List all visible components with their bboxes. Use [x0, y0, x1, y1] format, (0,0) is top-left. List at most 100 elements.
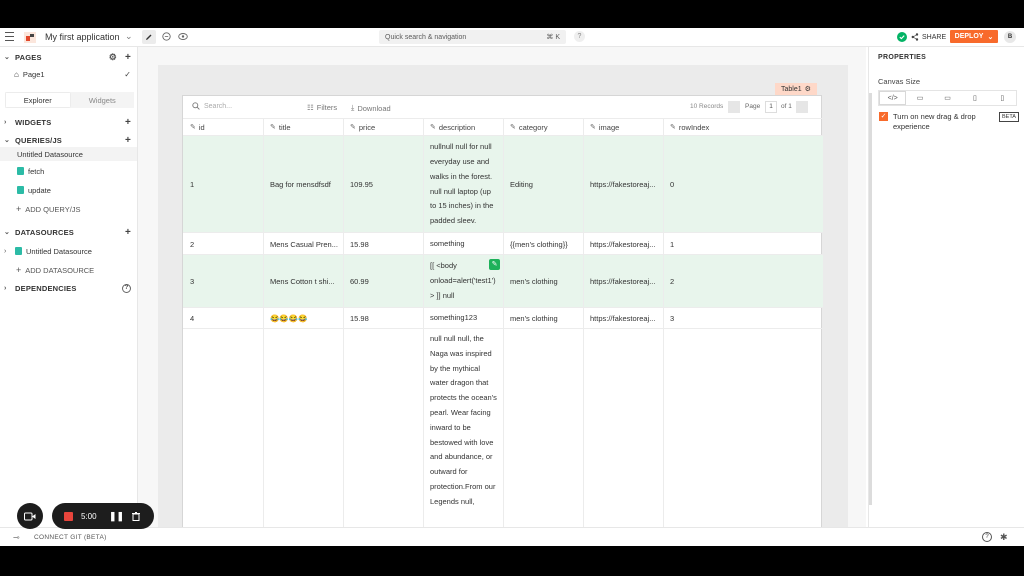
table-search[interactable]: Search...	[192, 102, 232, 110]
table-cell-title[interactable]: Bag for mensdfsdf	[263, 136, 343, 233]
size-option-mobile[interactable]: ▯	[989, 91, 1016, 105]
table-cell-category[interactable]: men's clothing	[503, 255, 583, 308]
size-option-desktop[interactable]: ▭	[906, 91, 933, 105]
comment-mode-icon[interactable]	[162, 32, 171, 41]
page-item-page1[interactable]: ⌂ Page1 ✓	[0, 67, 137, 81]
share-button[interactable]: SHARE	[911, 33, 946, 41]
table-cell-price[interactable]: 109.95	[343, 136, 423, 233]
table-cell-rowindex[interactable]: 2	[663, 255, 823, 308]
dependencies-section-header[interactable]: › DEPENDENCIES ?	[0, 281, 137, 295]
table-cell-rowindex[interactable]: 1	[663, 233, 823, 255]
table-cell-id[interactable]: 4	[183, 308, 263, 329]
query-item-fetch[interactable]: fetch	[0, 164, 137, 178]
query-item-update[interactable]: update	[0, 183, 137, 197]
drag-drop-checkbox[interactable]: ✓	[879, 112, 888, 121]
column-header-price[interactable]: ✎ price	[343, 119, 423, 136]
table-cell-category[interactable]: Editing	[503, 136, 583, 233]
table-cell-image[interactable]: https://fakestoreaj...	[583, 136, 663, 233]
quick-search-bar[interactable]: Quick search & navigation ⌘ K	[379, 30, 566, 44]
next-page-button[interactable]	[796, 101, 808, 113]
table-cell-category[interactable]: men's clothing	[503, 308, 583, 329]
column-header-label: title	[278, 122, 291, 132]
table-cell-rowindex[interactable]: 3	[663, 308, 823, 329]
stop-recording-button[interactable]	[64, 511, 73, 521]
tab-explorer[interactable]: Explorer	[6, 93, 70, 107]
pencil-icon: ✎	[670, 124, 676, 131]
table-widget[interactable]: Search... ☷ Filters ⤓ Download 10 Record…	[182, 95, 823, 536]
size-option-tablet-landscape[interactable]: ▭	[934, 91, 961, 105]
table-cell-description[interactable]: nullnull null for null everyday use and …	[423, 136, 503, 233]
table-cell-price[interactable]: 60.99	[343, 255, 423, 308]
widgets-section-header[interactable]: › WIDGETS +	[0, 115, 137, 129]
column-header-id[interactable]: ✎ id	[183, 119, 263, 136]
app-name[interactable]: My first application	[45, 32, 120, 42]
column-header-label: description	[438, 122, 476, 132]
add-widget-icon[interactable]: +	[125, 117, 131, 128]
help-icon[interactable]: ?	[574, 31, 585, 42]
query-group-label[interactable]: Untitled Datasource	[0, 147, 137, 161]
column-divider	[423, 119, 424, 536]
table-cell-id[interactable]: 2	[183, 233, 263, 255]
trash-icon[interactable]	[132, 511, 141, 521]
size-option-fluid[interactable]: </>	[879, 91, 907, 105]
avatar[interactable]: B	[1004, 31, 1016, 43]
connect-git-button[interactable]: CONNECT GIT (BETA)	[34, 534, 107, 541]
edit-mode-button[interactable]	[142, 30, 156, 44]
camera-button[interactable]	[17, 503, 43, 529]
add-query-icon[interactable]: +	[125, 135, 131, 146]
eye-icon[interactable]	[178, 32, 188, 41]
column-header-rowindex[interactable]: ✎ rowIndex	[663, 119, 823, 136]
add-datasource-icon[interactable]: +	[125, 227, 131, 238]
table-cell-id[interactable]: 3	[183, 255, 263, 308]
table-cell-price[interactable]: 15.98	[343, 233, 423, 255]
table-cell-image[interactable]: https://fakestoreaj...	[583, 233, 663, 255]
datasource-item[interactable]: › Untitled Datasource	[0, 244, 137, 258]
help-icon[interactable]: ?	[122, 283, 131, 293]
table-cell-description[interactable]: something	[423, 233, 503, 255]
table-cell-rowindex[interactable]: 0	[663, 136, 823, 233]
gear-icon[interactable]: ⚙	[109, 52, 117, 63]
column-header-category[interactable]: ✎ category	[503, 119, 583, 136]
widget-name-label[interactable]: Table1 ⚙	[775, 83, 817, 95]
help-icon[interactable]: ?	[982, 532, 992, 542]
table-cell-id[interactable]: 1	[183, 136, 263, 233]
edit-cell-icon[interactable]: ✎	[489, 259, 500, 270]
gear-icon[interactable]: ⚙	[805, 85, 811, 93]
page-number-input[interactable]: 1	[765, 101, 777, 113]
table-cell-price[interactable]: 15.98	[343, 308, 423, 329]
tab-widgets[interactable]: Widgets	[71, 92, 135, 108]
scrollbar[interactable]	[869, 93, 872, 505]
menu-icon[interactable]	[5, 32, 14, 41]
table-cell-category[interactable]	[503, 329, 583, 536]
bug-icon[interactable]: ✱	[1000, 532, 1008, 543]
table-cell-id[interactable]	[183, 329, 263, 536]
table-cell-image[interactable]: https://fakestoreaj...	[583, 308, 663, 329]
table-cell-rowindex[interactable]	[663, 329, 823, 536]
table-cell-title[interactable]	[263, 329, 343, 536]
table-cell-price[interactable]	[343, 329, 423, 536]
filters-button[interactable]: ☷ Filters	[307, 103, 337, 112]
table-cell-image[interactable]: https://fakestoreaj...	[583, 255, 663, 308]
deploy-button[interactable]: DEPLOY ⌄	[950, 30, 998, 43]
chevron-down-icon[interactable]: ⌄	[125, 31, 133, 42]
pages-section-header[interactable]: ⌄ PAGES ⚙ +	[0, 50, 137, 64]
pause-icon[interactable]: ❚❚	[109, 511, 124, 522]
table-cell-title[interactable]: Mens Casual Pren...	[263, 233, 343, 255]
table-cell-image[interactable]	[583, 329, 663, 536]
add-query-button[interactable]: + ADD QUERY/JS	[0, 202, 137, 216]
previous-page-button[interactable]	[728, 101, 740, 113]
size-option-tablet[interactable]: ▯	[961, 91, 988, 105]
table-cell-description[interactable]: something123	[423, 308, 503, 329]
table-cell-title[interactable]: Mens Cotton t shi...	[263, 255, 343, 308]
column-header-image[interactable]: ✎ image	[583, 119, 663, 136]
table-cell-title[interactable]: 😂😂😂😂	[263, 308, 343, 329]
datasources-section-header[interactable]: ⌄ DATASOURCES +	[0, 225, 137, 239]
table-cell-description[interactable]: null null null, the Naga was inspired by…	[423, 329, 503, 536]
add-datasource-button[interactable]: + ADD DATASOURCE	[0, 263, 137, 277]
add-page-icon[interactable]: +	[125, 52, 131, 63]
column-header-description[interactable]: ✎ description	[423, 119, 503, 136]
download-button[interactable]: ⤓ Download	[351, 103, 391, 113]
column-header-title[interactable]: ✎ title	[263, 119, 343, 136]
table-cell-category[interactable]: {{men's clothing}}	[503, 233, 583, 255]
queries-section-header[interactable]: ⌄ QUERIES/JS +	[0, 133, 137, 147]
